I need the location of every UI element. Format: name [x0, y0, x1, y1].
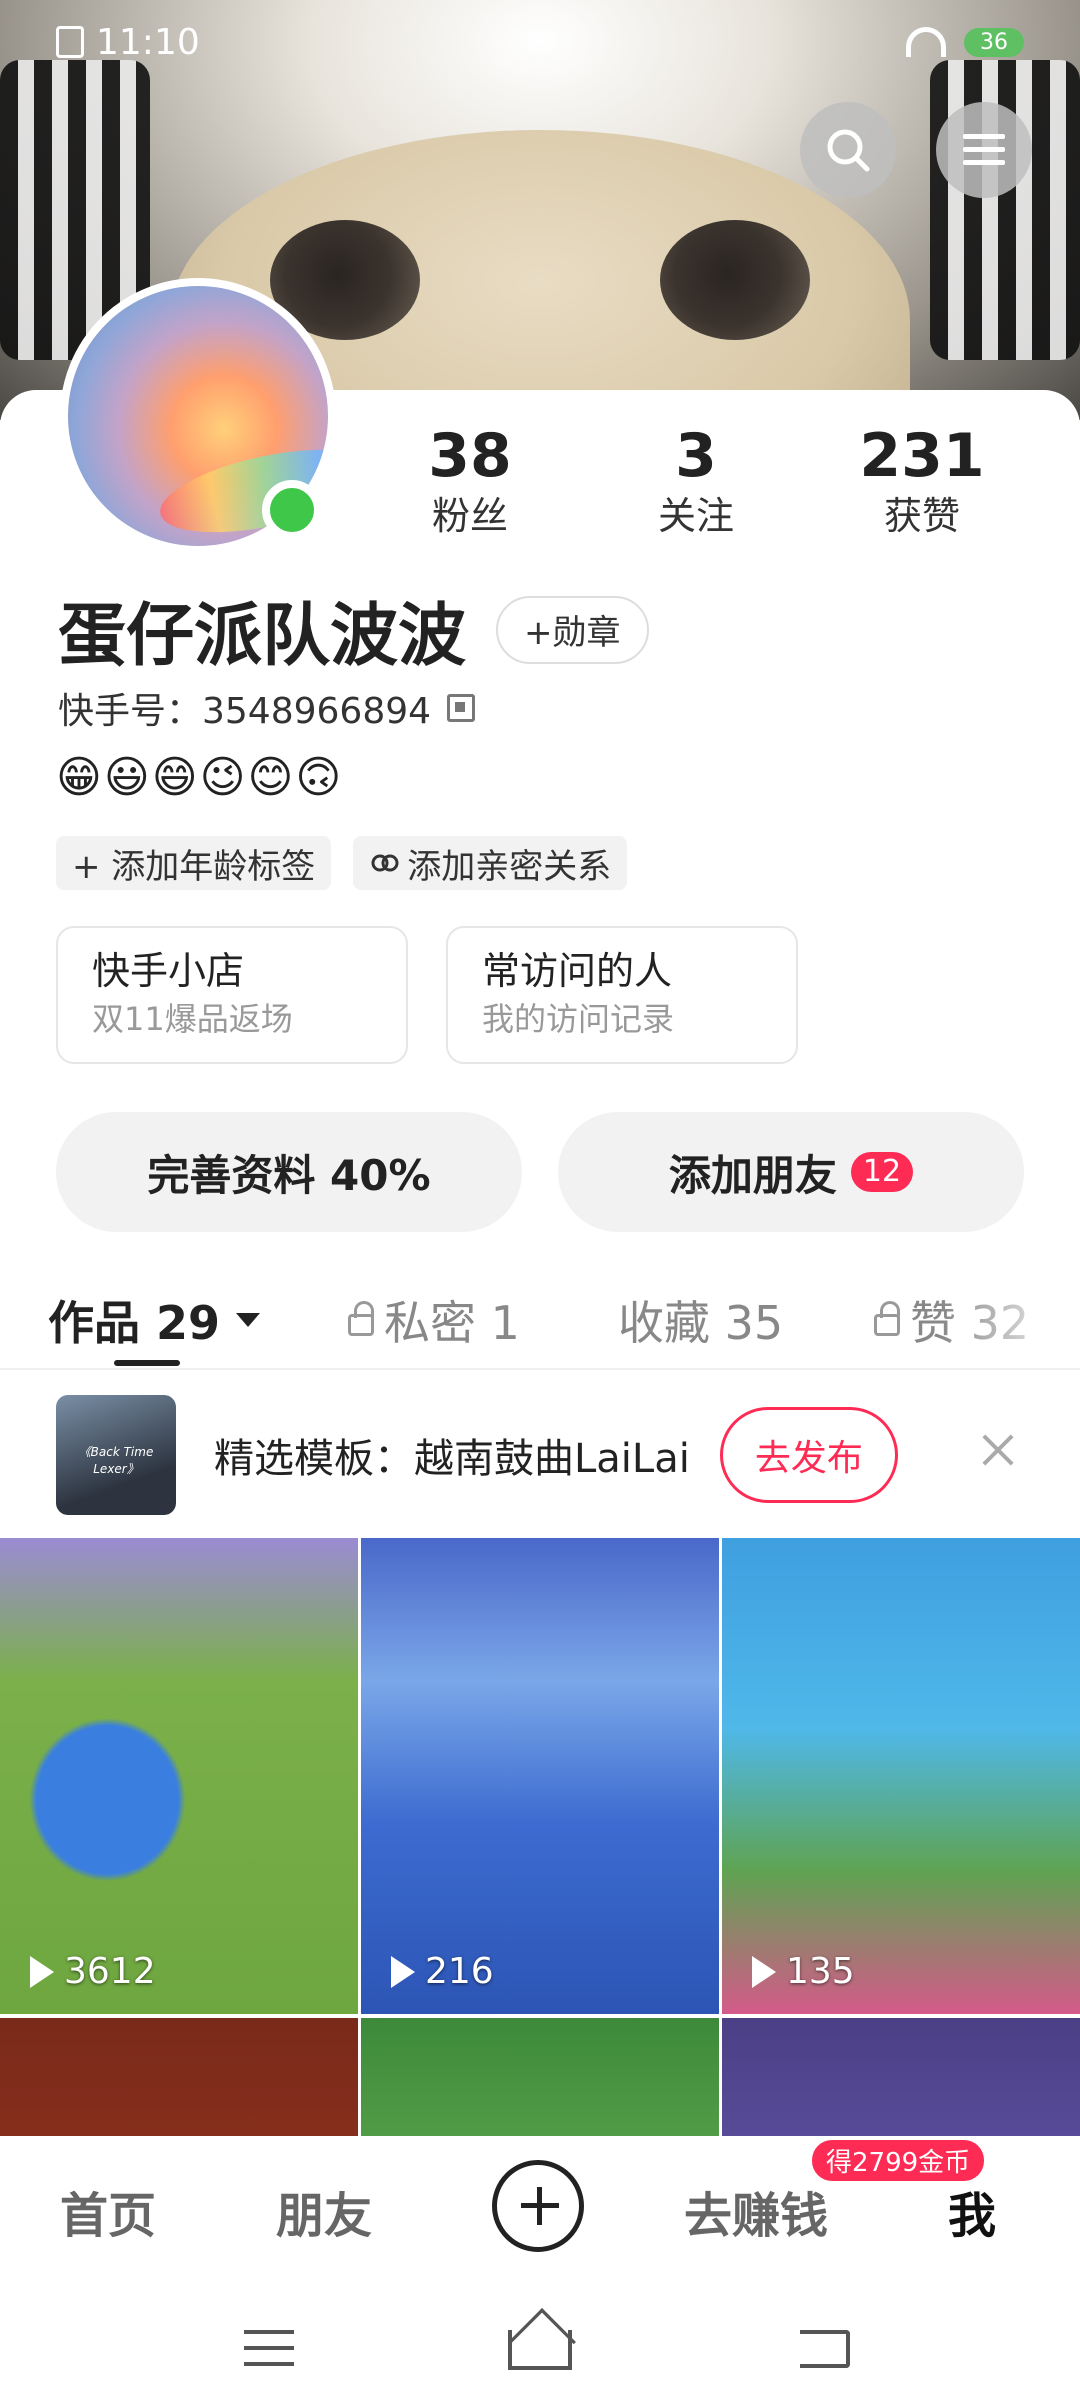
visitors-card[interactable]: 常访问的人 我的访问记录: [446, 926, 798, 1064]
nav-friends[interactable]: 朋友: [276, 2176, 372, 2246]
card-title: 快手小店: [92, 949, 245, 993]
banner-decoration: [660, 220, 810, 340]
play-count: 135: [752, 1951, 855, 1992]
tab-works[interactable]: 作品 29: [48, 1280, 261, 1360]
play-icon: [391, 1955, 415, 1988]
stat-label: 粉丝: [431, 494, 508, 538]
online-status-indicator: [262, 480, 322, 540]
play-count-value: 216: [425, 1951, 494, 1992]
banner-decoration: [930, 60, 1080, 360]
lock-icon: [348, 1301, 374, 1336]
system-navigation-bar: [0, 2276, 1080, 2408]
stat-followers[interactable]: 38 粉丝: [380, 420, 560, 540]
stat-value: 38: [428, 421, 512, 491]
create-button[interactable]: [492, 2160, 584, 2252]
play-count: 216: [391, 1951, 494, 1992]
play-icon: [30, 1955, 54, 1988]
card-subtitle: 我的访问记录: [482, 1000, 675, 1038]
template-suggestion: 《Back Time Lexer》 精选模板：越南鼓曲LaiLai 去发布: [0, 1376, 1080, 1534]
search-icon: [827, 129, 870, 172]
feature-cards: 快手小店 双11爆品返场 常访问的人 我的访问记录: [56, 926, 798, 1064]
card-subtitle: 双11爆品返场: [92, 1000, 293, 1038]
play-count: 3612: [30, 1951, 156, 1992]
stat-label: 获赞: [883, 494, 960, 538]
play-count-value: 135: [786, 1951, 855, 1992]
shop-card[interactable]: 快手小店 双11爆品返场: [56, 926, 408, 1064]
stat-value: 231: [859, 421, 985, 491]
tag-label: 添加亲密关系: [407, 846, 612, 887]
status-time: 11:10: [96, 21, 200, 63]
qr-code-icon[interactable]: [447, 694, 476, 722]
publish-button[interactable]: 去发布: [719, 1407, 898, 1503]
add-friends-button[interactable]: 添加朋友 12: [558, 1112, 1024, 1232]
complete-profile-button[interactable]: 完善资料 40%: [56, 1112, 522, 1232]
add-age-tag-button[interactable]: + 添加年龄标签: [56, 836, 332, 890]
video-grid: 3612 216 135: [0, 1538, 1080, 2138]
dropdown-arrow-icon: [236, 1313, 261, 1327]
play-count-value: 3612: [64, 1951, 156, 1992]
tab-private[interactable]: 私密 1: [348, 1280, 520, 1360]
recent-apps-icon[interactable]: [244, 2330, 294, 2366]
tab-favorites[interactable]: 收藏 35: [618, 1280, 783, 1360]
nickname: 蛋仔派队波波: [58, 597, 467, 676]
bio: 😁😃😄😉😊🙃: [56, 752, 344, 803]
nav-earn[interactable]: 去赚钱: [684, 2176, 828, 2246]
divider: [0, 1368, 1080, 1370]
tab-fade: [940, 1280, 1080, 1360]
video-item[interactable]: 216: [361, 1538, 719, 2014]
tab-label: 作品 29: [48, 1296, 221, 1350]
status-bar: 11:10 36: [0, 0, 1080, 84]
profile-tags: + 添加年龄标签 添加亲密关系: [56, 836, 628, 890]
nickname-row: 蛋仔派队波波 +勋章: [58, 580, 649, 679]
link-icon: [371, 854, 399, 872]
battery-icon: 36: [964, 27, 1024, 57]
video-item[interactable]: 135: [722, 1538, 1080, 2014]
play-icon: [752, 1955, 776, 1988]
stat-value: 3: [675, 421, 717, 491]
tab-label: 收藏 35: [618, 1296, 784, 1350]
home-icon[interactable]: [508, 2330, 572, 2370]
button-label: 完善资料 40%: [147, 1150, 431, 1200]
nav-me[interactable]: 我: [948, 2176, 996, 2246]
video-item[interactable]: [361, 2018, 719, 2138]
back-icon[interactable]: [800, 2330, 850, 2368]
menu-button[interactable]: [936, 102, 1032, 198]
tag-label: + 添加年龄标签: [72, 846, 316, 887]
card-title: 常访问的人: [482, 949, 673, 993]
bottom-navigation: 首页 朋友 去赚钱 得2799金币 我: [0, 2136, 1080, 2276]
tab-label: 私密 1: [384, 1296, 520, 1350]
hamburger-menu-icon: [963, 134, 1005, 165]
coin-badge: 得2799金币: [812, 2140, 985, 2181]
lock-icon: [874, 1301, 900, 1336]
stat-label: 关注: [657, 494, 734, 538]
active-tab-indicator: [114, 1360, 180, 1366]
video-item[interactable]: 3612: [0, 1538, 358, 2014]
profile-actions: 完善资料 40% 添加朋友 12: [56, 1112, 1024, 1232]
notification-badge: 12: [850, 1152, 914, 1192]
button-label: 添加朋友: [668, 1150, 837, 1200]
template-title: 精选模板：越南鼓曲LaiLai: [214, 1436, 690, 1482]
kuaishou-id-text: 快手号：3548966894: [58, 691, 432, 732]
template-thumbnail[interactable]: 《Back Time Lexer》: [56, 1395, 176, 1515]
close-icon[interactable]: [978, 1430, 1018, 1470]
video-item[interactable]: [722, 2018, 1080, 2138]
kuaishou-id[interactable]: 快手号：3548966894: [58, 682, 476, 734]
add-relationship-button[interactable]: 添加亲密关系: [353, 836, 628, 890]
template-thumbnail-text: 《Back Time Lexer》: [78, 1445, 154, 1476]
content-tabs: 作品 29 私密 1 收藏 35 赞 32: [0, 1280, 1080, 1370]
video-item[interactable]: [0, 2018, 358, 2138]
wifi-icon: [906, 27, 946, 57]
nav-home[interactable]: 首页: [60, 2176, 156, 2246]
stat-following[interactable]: 3 关注: [606, 420, 786, 540]
sim-icon: [56, 26, 84, 58]
search-button[interactable]: [800, 102, 896, 198]
add-medal-button[interactable]: +勋章: [496, 595, 649, 664]
stat-likes[interactable]: 231 获赞: [832, 420, 1012, 540]
